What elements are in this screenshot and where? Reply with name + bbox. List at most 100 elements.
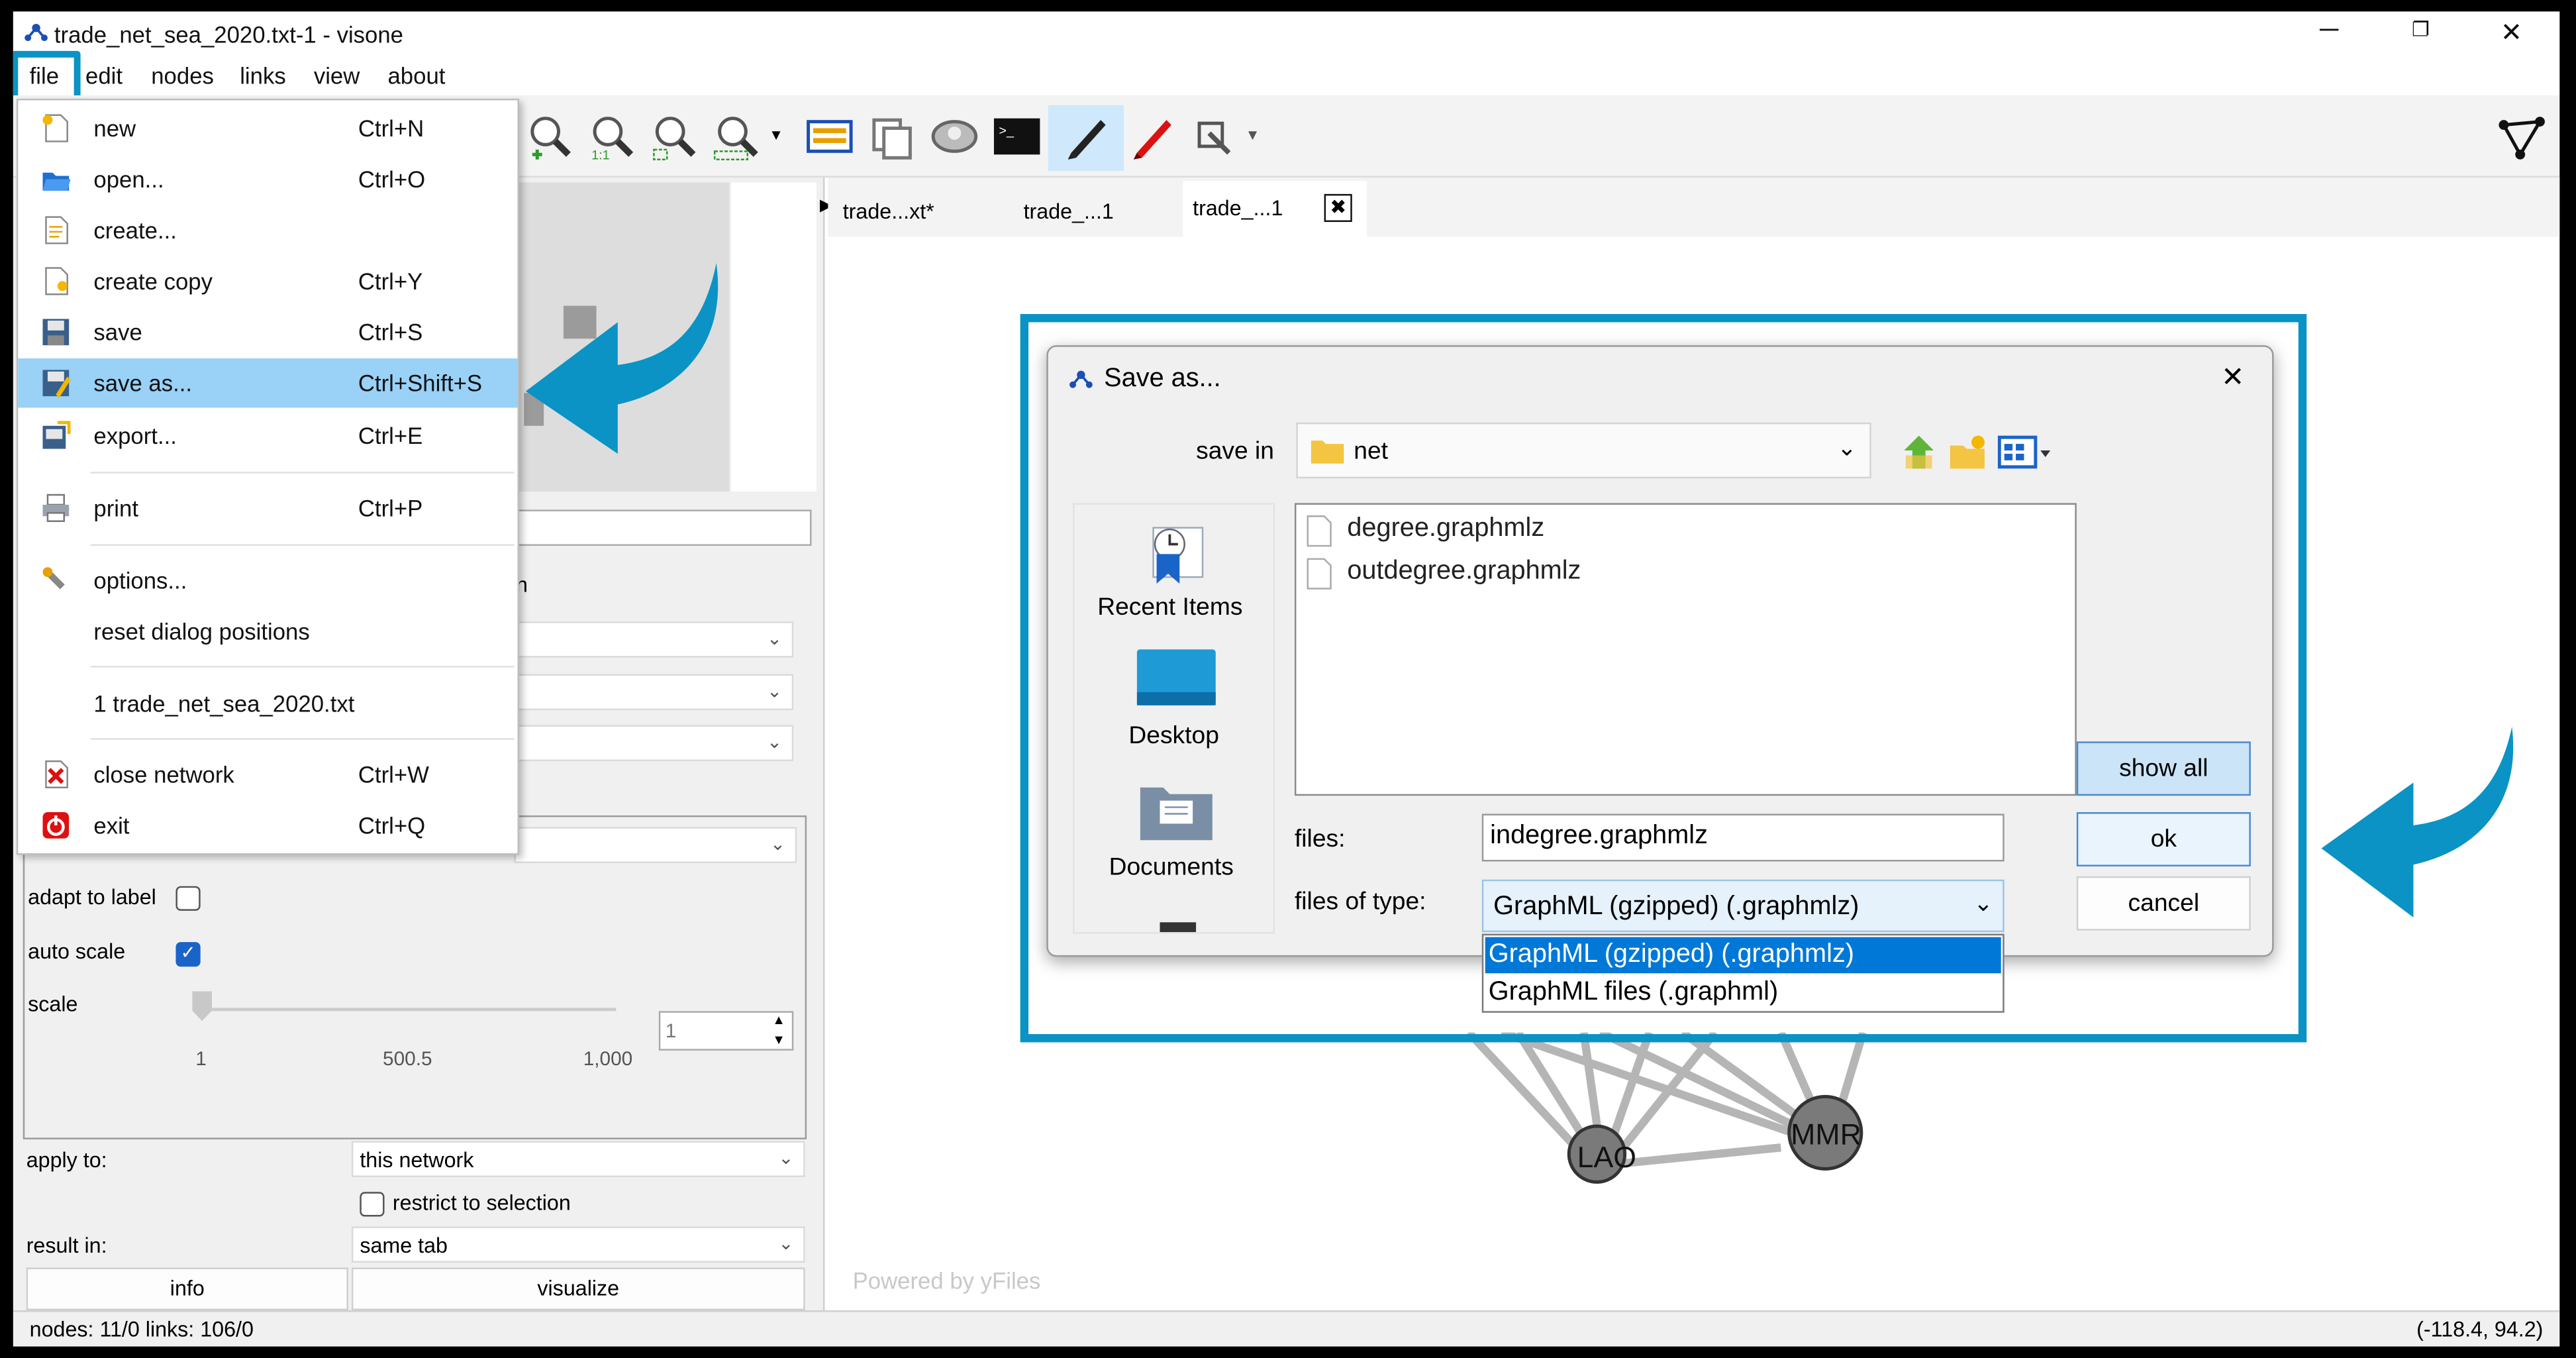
save-in-value: net <box>1354 437 1389 466</box>
option-combo-2[interactable]: ⌄ <box>514 674 794 711</box>
tab-1[interactable]: trade...xt* <box>831 184 1009 236</box>
tool-dropdown-icon[interactable]: ▼ <box>1246 127 1260 143</box>
file-type-combo[interactable]: GraphML (gzipped) (.graphmlz) ⌄ <box>1481 879 2005 933</box>
show-all-button[interactable]: show all <box>2076 741 2251 796</box>
zoom-selection-icon[interactable] <box>710 110 766 162</box>
place-desktop[interactable]: Desktop <box>1075 646 1273 755</box>
menu-item-reset-dialogs[interactable]: reset dialog positions <box>18 607 517 656</box>
menu-view[interactable]: view <box>314 62 360 89</box>
menu-edit[interactable]: edit <box>85 62 123 89</box>
table-view-icon[interactable] <box>802 110 858 162</box>
spinner-down-icon[interactable]: ▼ <box>772 1033 785 1047</box>
auto-scale-checkbox[interactable]: ✓ <box>175 942 201 967</box>
menu-item-open[interactable]: open... Ctrl+O <box>18 154 517 203</box>
render-icon[interactable] <box>926 110 982 162</box>
info-button[interactable]: info <box>26 1267 348 1310</box>
close-tab-icon[interactable]: ✖ <box>1324 193 1352 223</box>
file-item[interactable]: outdegree.graphmlz <box>1303 554 1795 594</box>
menu-item-save-as[interactable]: save as... Ctrl+Shift+S <box>18 358 518 408</box>
ok-button[interactable]: ok <box>2076 812 2251 866</box>
apply-to-combo[interactable]: this network ⌄ <box>351 1141 805 1177</box>
pencil-red-icon[interactable] <box>1124 110 1179 162</box>
menu-item-close-network[interactable]: close network Ctrl+W <box>18 750 517 799</box>
console-icon[interactable]: >_ <box>989 110 1045 162</box>
dialog-title: Save as... <box>1104 364 1221 393</box>
minimize-icon[interactable]: ─ <box>2320 17 2338 46</box>
close-icon[interactable]: ✕ <box>2501 17 2522 50</box>
option-combo-1[interactable]: ⌄ <box>514 621 794 658</box>
scale-spinner[interactable]: 1 ▲ ▼ <box>658 1011 794 1051</box>
new-doc-icon <box>42 114 68 142</box>
restore-icon[interactable]: ❐ <box>2412 18 2430 41</box>
slider-tick-min: 1 <box>195 1047 207 1071</box>
graph-node-lao[interactable]: LAO <box>1567 1124 1636 1184</box>
dialog-close-icon[interactable]: ✕ <box>2221 362 2244 395</box>
menu-item-options[interactable]: options... <box>18 556 517 605</box>
option-label: GraphML files (.graphml) <box>1488 978 1779 1006</box>
result-in-combo[interactable]: same tab ⌄ <box>351 1226 805 1263</box>
menu-links[interactable]: links <box>240 62 286 89</box>
scale-slider-track <box>205 1008 617 1012</box>
file-type-option-graphml[interactable]: GraphML files (.graphml) <box>1485 975 2001 1012</box>
documents-label: Documents <box>1109 853 1234 882</box>
save-in-combo[interactable]: net ⌄ <box>1296 422 1871 479</box>
menu-about[interactable]: about <box>387 62 445 89</box>
option-combo-3[interactable]: ⌄ <box>514 725 794 762</box>
search-field[interactable] <box>514 509 812 546</box>
pencil-black-icon[interactable] <box>1058 110 1114 162</box>
places-sidebar: Recent Items Desktop Documents <box>1073 503 1275 934</box>
chevron-down-icon: ⌄ <box>1973 889 1993 916</box>
menu-item-exit[interactable]: exit Ctrl+Q <box>18 801 517 850</box>
visualize-button[interactable]: visualize <box>351 1267 805 1310</box>
menu-item-export[interactable]: export... Ctrl+E <box>18 411 517 460</box>
menu-item-save[interactable]: save Ctrl+S <box>18 307 517 356</box>
view-menu-icon[interactable] <box>1997 433 2054 472</box>
menu-item-recent-file[interactable]: 1 trade_net_sea_2020.txt <box>18 679 517 728</box>
copy-view-icon[interactable] <box>864 110 920 162</box>
cancel-button[interactable]: cancel <box>2076 876 2251 931</box>
power-icon <box>42 812 70 839</box>
overview-margin <box>731 182 817 492</box>
zoom-dropdown-icon[interactable]: ▼ <box>769 127 783 143</box>
menu-separator <box>90 738 515 740</box>
tab-3-active[interactable]: trade_...1 ✖ <box>1183 180 1367 237</box>
zoom-fit-icon[interactable]: 1:1 <box>585 110 640 163</box>
network-icon[interactable] <box>2497 115 2546 161</box>
desktop-label: Desktop <box>1128 721 1219 750</box>
graph-node-mmr[interactable]: MMR <box>1787 1094 1863 1171</box>
menu-nodes[interactable]: nodes <box>151 62 214 89</box>
zoom-area-icon[interactable] <box>647 110 703 162</box>
callout-arrow-save-as-icon <box>525 263 718 454</box>
pointer-tool-icon[interactable] <box>1186 110 1242 162</box>
place-documents[interactable]: Documents <box>1075 778 1273 886</box>
menu-item-create[interactable]: create... <box>18 205 517 254</box>
zoom-in-icon[interactable] <box>522 110 578 162</box>
file-list[interactable]: degree.graphmlz outdegree.graphmlz <box>1294 503 2077 796</box>
menu-item-new[interactable]: new Ctrl+N <box>18 103 517 152</box>
file-item[interactable]: degree.graphmlz <box>1303 511 1795 551</box>
status-coordinates: (-118.4, 94.2) <box>2416 1316 2544 1342</box>
desktop-icon <box>1136 649 1216 705</box>
new-folder-icon[interactable] <box>1948 433 1988 472</box>
scale-slider-handle[interactable] <box>192 991 213 1021</box>
size-combo[interactable]: ⌄ <box>514 827 797 863</box>
adapt-to-label-checkbox[interactable] <box>175 886 201 911</box>
place-recent-items[interactable]: Recent Items <box>1075 518 1273 627</box>
menu-item-print[interactable]: print Ctrl+P <box>18 484 517 533</box>
tab-2[interactable]: trade_...1 <box>1012 184 1183 236</box>
restrict-checkbox[interactable] <box>360 1192 385 1217</box>
menu-item-create-copy[interactable]: create copy Ctrl+Y <box>18 256 517 305</box>
file-icon <box>1307 558 1332 590</box>
wrench-icon <box>42 567 65 590</box>
files-of-type-label: files of type: <box>1294 888 1426 916</box>
file-type-option-graphmlz[interactable]: GraphML (gzipped) (.graphmlz) <box>1485 937 2001 974</box>
save-as-dialog: Save as... ✕ save in net ⌄ Recent Items … <box>1046 345 2274 957</box>
spinner-up-icon[interactable]: ▲ <box>772 1013 785 1027</box>
tab-bar: trade...xt* trade_...1 trade_...1 ✖ <box>828 178 2560 237</box>
result-in-label: result in: <box>26 1233 107 1258</box>
file-name-input[interactable]: indegree.graphmlz <box>1481 813 2005 862</box>
file-name: outdegree.graphmlz <box>1347 557 1581 586</box>
menu-separator <box>90 666 515 668</box>
up-folder-icon[interactable] <box>1899 433 1939 472</box>
recent-items-label: Recent Items <box>1097 593 1243 622</box>
